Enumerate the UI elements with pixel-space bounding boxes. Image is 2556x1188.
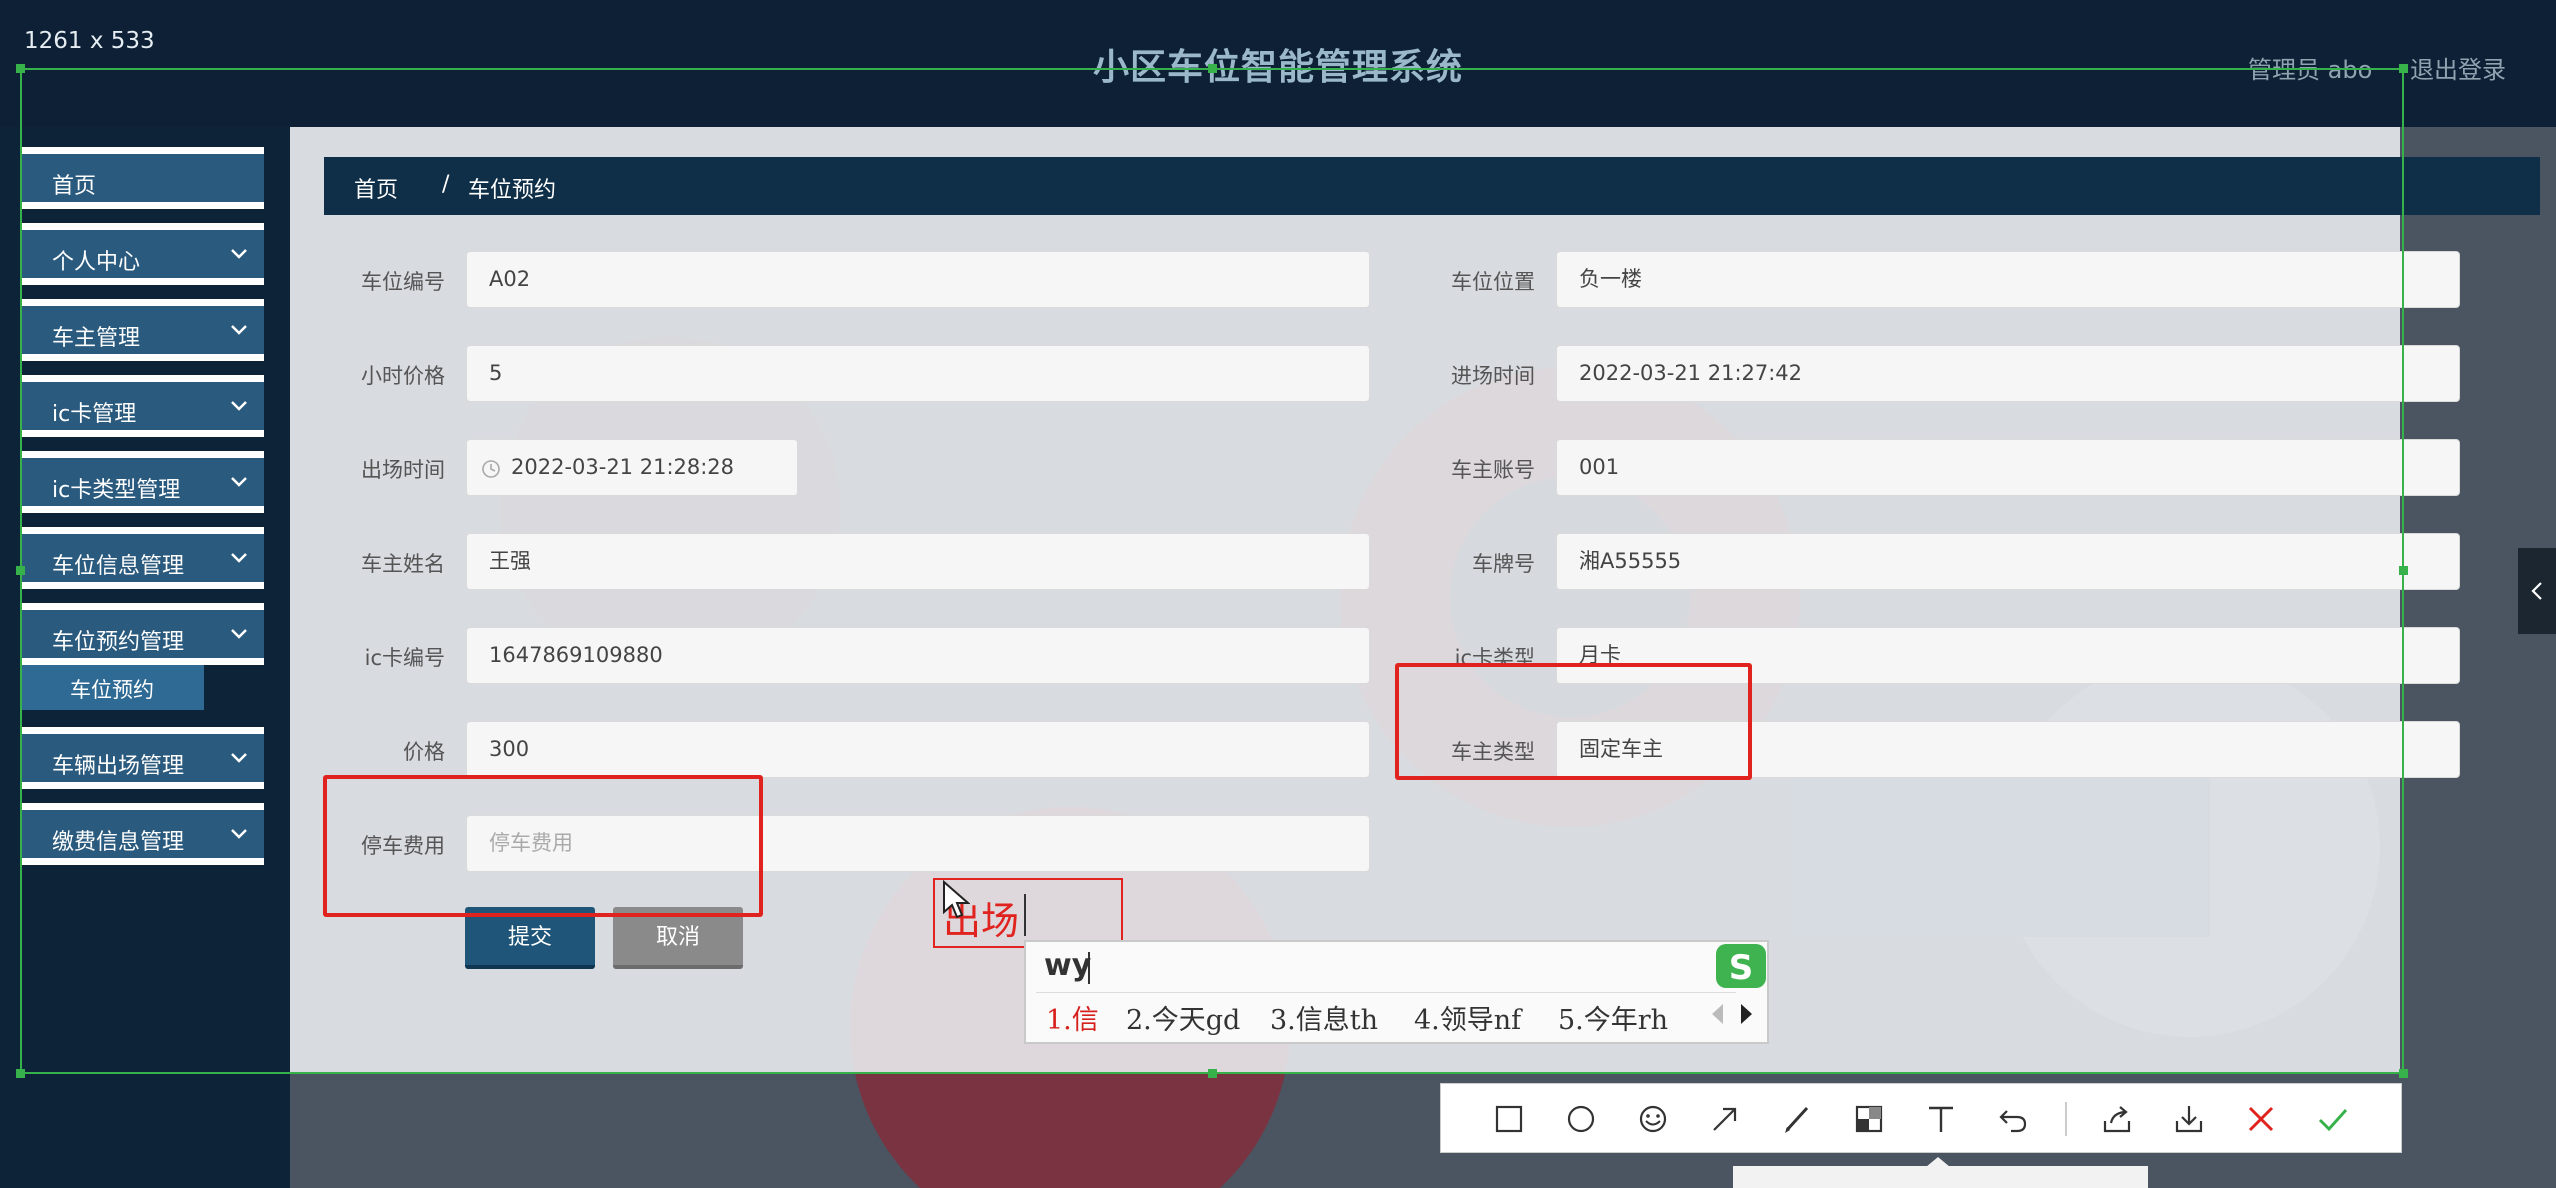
selection-handle[interactable]	[2399, 64, 2408, 73]
side-panel-toggle[interactable]	[2518, 548, 2556, 634]
toolbar-divider	[2065, 1102, 2067, 1136]
logout-link[interactable]: 退出登录	[2410, 50, 2506, 85]
ime-cursor	[1088, 952, 1090, 984]
ime-candidate[interactable]: 3.信息th	[1270, 998, 1378, 1037]
ime-next-page-icon[interactable]	[1741, 1004, 1752, 1024]
mouse-pointer-icon	[943, 880, 970, 919]
text-options-bar[interactable]	[1733, 1166, 2148, 1188]
chevron-left-icon	[2531, 582, 2542, 600]
ime-candidate[interactable]: 4.领导nf	[1414, 998, 1521, 1037]
ime-composition: wy	[1044, 948, 1092, 983]
share-icon[interactable]	[2097, 1099, 2137, 1139]
selection-handle[interactable]	[1208, 1069, 1217, 1078]
selection-handle[interactable]	[16, 1069, 25, 1078]
emoji-icon[interactable]	[1633, 1099, 1673, 1139]
text-icon[interactable]	[1921, 1099, 1961, 1139]
selection-handle[interactable]	[2399, 1069, 2408, 1078]
confirm-icon[interactable]	[2313, 1099, 2353, 1139]
undo-icon[interactable]	[1993, 1099, 2033, 1139]
sogou-logo-icon: S	[1716, 944, 1766, 988]
ellipse-icon[interactable]	[1561, 1099, 1601, 1139]
selection-handle[interactable]	[2399, 566, 2408, 575]
ime-divider	[1036, 992, 1736, 993]
close-icon[interactable]	[2241, 1099, 2281, 1139]
text-cursor	[1024, 894, 1026, 936]
pen-icon[interactable]	[1777, 1099, 1817, 1139]
rectangle-icon[interactable]	[1489, 1099, 1529, 1139]
selection-handle[interactable]	[16, 64, 25, 73]
download-icon[interactable]	[2169, 1099, 2209, 1139]
ime-prev-page-icon[interactable]	[1712, 1004, 1723, 1024]
screenshot-selection-frame[interactable]	[20, 68, 2404, 1074]
ime-candidate[interactable]: 1.信	[1046, 998, 1099, 1037]
svg-text:S: S	[1729, 948, 1754, 988]
ime-candidate-window: wy S 1.信 2.今天gd 3.信息th 4.领导nf 5.今年rh	[1024, 940, 1769, 1044]
selection-handle[interactable]	[16, 566, 25, 575]
ime-candidate[interactable]: 2.今天gd	[1126, 998, 1240, 1037]
arrow-icon[interactable]	[1705, 1099, 1745, 1139]
mosaic-icon[interactable]	[1849, 1099, 1889, 1139]
screenshot-toolbar	[1440, 1083, 2402, 1153]
selection-handle[interactable]	[1208, 64, 1217, 73]
ime-candidate[interactable]: 5.今年rh	[1558, 998, 1668, 1037]
